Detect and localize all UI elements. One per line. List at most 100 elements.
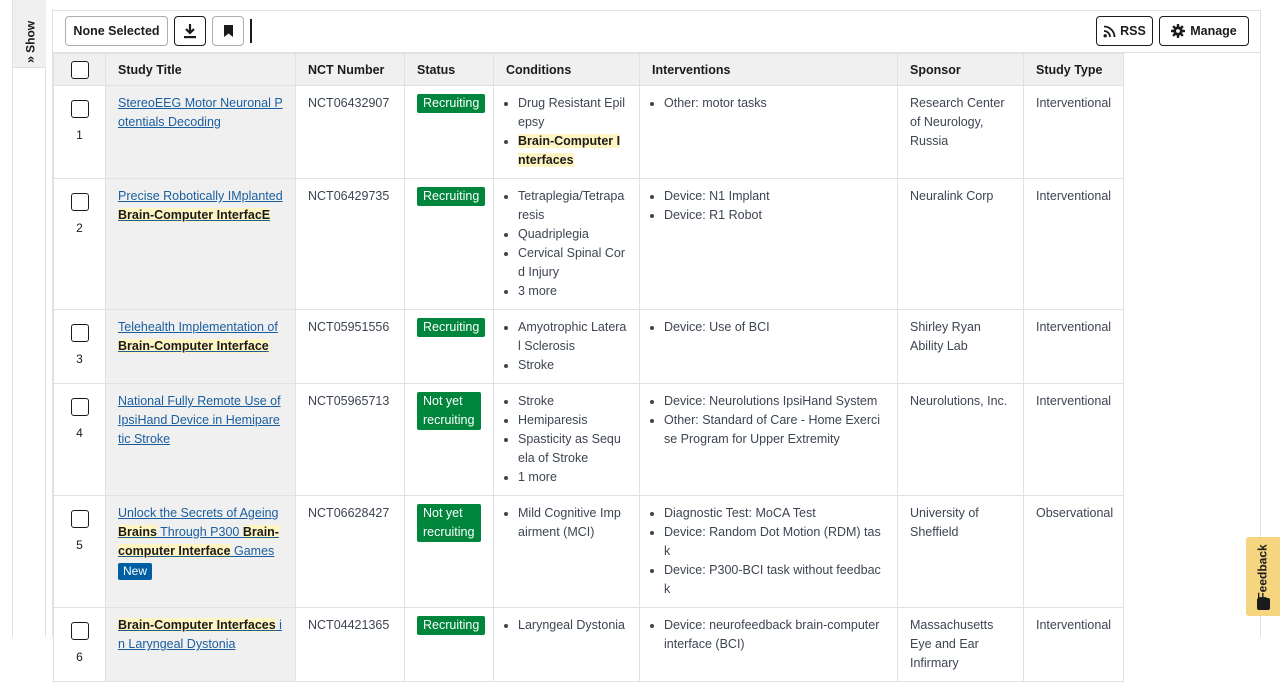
table-row: 2 Precise Robotically IMplanted Brain-Com…	[53, 178, 1124, 310]
row-number: 6	[76, 650, 83, 664]
rss-button[interactable]: RSS	[1096, 16, 1153, 46]
download-icon	[184, 24, 196, 39]
table-row: 1 StereoEEG Motor Neuronal Potentials Dec…	[53, 85, 1124, 179]
row-select-cell: 1	[53, 85, 106, 179]
select-all-header	[53, 53, 106, 86]
selection-dropdown-button[interactable]: None Selected	[65, 16, 168, 46]
results-table-body: 1 StereoEEG Motor Neuronal Potentials Dec…	[53, 85, 1124, 682]
intervention-item: Device: P300-BCI task without feedback	[664, 561, 885, 599]
row-select-cell: 6	[53, 607, 106, 682]
study-title-cell: Brain-Computer Interfaces in Laryngeal D…	[105, 607, 296, 682]
study-type: Interventional	[1023, 607, 1124, 682]
study-type: Interventional	[1023, 383, 1124, 496]
sponsor: Neurolutions, Inc.	[897, 383, 1024, 496]
table-row: 3 Telehealth Implementation of Brain-Comp…	[53, 309, 1124, 384]
condition-text: Laryngeal Dystonia	[518, 618, 626, 632]
condition-item: Drug Resistant Epilepsy	[518, 94, 627, 132]
condition-text: Amyotrophic Lateral Sclerosis	[518, 320, 627, 353]
row-number: 2	[76, 221, 83, 235]
select-all-checkbox[interactable]	[70, 60, 89, 79]
row-select-cell: 2	[53, 178, 106, 310]
condition-item: Cervical Spinal Cord Injury	[518, 244, 627, 282]
row-checkbox[interactable]	[70, 100, 89, 118]
title-text: Through P300	[156, 525, 243, 539]
row-number: 5	[76, 538, 83, 552]
study-title-cell: National Fully Remote Use of IpsiHand De…	[105, 383, 296, 496]
rss-icon	[1103, 25, 1116, 37]
highlighted-term: Brain-Computer Interfaces	[118, 618, 276, 632]
study-title-link[interactable]: StereoEEG Motor Neuronal Potentials Deco…	[118, 96, 283, 129]
row-checkbox[interactable]	[70, 324, 89, 342]
gear-icon	[1171, 24, 1186, 38]
study-title-link[interactable]: Precise Robotically IMplanted Brain-Comp…	[118, 189, 283, 222]
study-type: Interventional	[1023, 178, 1124, 310]
sponsor: University of Sheffield	[897, 495, 1024, 608]
status-cell: Recruiting	[404, 607, 494, 682]
table-row: 4 National Fully Remote Use of IpsiHand D…	[53, 383, 1124, 496]
feedback-tab[interactable]: Feedback	[1246, 537, 1280, 616]
title-text: Telehealth Implementation of	[118, 320, 278, 334]
row-number: 3	[76, 352, 83, 366]
row-checkbox[interactable]	[70, 193, 89, 211]
nct-number: NCT04421365	[295, 607, 405, 682]
conditions-cell: Mild Cognitive Impairment (MCI)	[493, 495, 640, 608]
nct-number: NCT05965713	[295, 383, 405, 496]
row-checkbox[interactable]	[70, 622, 89, 640]
save-bookmark-button[interactable]	[212, 16, 244, 46]
chevron-double-icon: »	[22, 55, 37, 64]
download-button[interactable]	[174, 16, 206, 46]
table-header-row: Study Title NCT Number Status Conditions…	[53, 53, 1124, 86]
header-conditions[interactable]: Conditions	[493, 53, 640, 86]
condition-text: Drug Resistant Epilepsy	[518, 96, 625, 129]
condition-item: 3 more	[518, 282, 627, 301]
new-badge: New	[118, 563, 153, 580]
intervention-item: Diagnostic Test: MoCA Test	[664, 504, 885, 523]
condition-item: Quadriplegia	[518, 225, 627, 244]
status-cell: Not yet recruiting	[404, 495, 494, 608]
header-status[interactable]: Status	[404, 53, 494, 86]
interventions-cell: Diagnostic Test: MoCA TestDevice: Random…	[639, 495, 898, 608]
study-title-link[interactable]: National Fully Remote Use of IpsiHand De…	[118, 394, 281, 446]
status-badge: Recruiting	[417, 318, 486, 337]
selection-label: None Selected	[73, 24, 160, 38]
feedback-label: Feedback	[1256, 544, 1271, 600]
row-checkbox[interactable]	[70, 398, 89, 416]
show-filters-toggle[interactable]: » Show	[13, 0, 46, 68]
row-number: 4	[76, 426, 83, 440]
header-nct-number[interactable]: NCT Number	[295, 53, 405, 86]
study-title-cell: Precise Robotically IMplanted Brain-Comp…	[105, 178, 296, 310]
study-title-cell: Telehealth Implementation of Brain-Compu…	[105, 309, 296, 384]
study-title-link[interactable]: Telehealth Implementation of Brain-Compu…	[118, 320, 278, 353]
intervention-item: Device: R1 Robot	[664, 206, 885, 225]
sponsor: Neuralink Corp	[897, 178, 1024, 310]
toolbar-divider	[250, 19, 252, 43]
intervention-item: Device: N1 Implant	[664, 187, 885, 206]
header-study-type[interactable]: Study Type	[1023, 53, 1124, 86]
status-badge: Not yet recruiting	[417, 504, 481, 542]
header-sponsor[interactable]: Sponsor	[897, 53, 1024, 86]
study-title-link[interactable]: Unlock the Secrets of Ageing Brains Thro…	[118, 506, 279, 558]
row-select-cell: 4	[53, 383, 106, 496]
nct-number: NCT06628427	[295, 495, 405, 608]
header-study-title[interactable]: Study Title	[105, 53, 296, 86]
manage-button[interactable]: Manage	[1159, 16, 1249, 46]
row-checkbox[interactable]	[70, 510, 89, 528]
conditions-cell: Laryngeal Dystonia	[493, 607, 640, 682]
study-title-link[interactable]: Brain-Computer Interfaces in Laryngeal D…	[118, 618, 282, 651]
condition-text: Cervical Spinal Cord Injury	[518, 246, 625, 279]
bookmark-icon	[223, 25, 233, 37]
title-text: Games	[230, 544, 275, 558]
header-interventions[interactable]: Interventions	[639, 53, 898, 86]
condition-item: Stroke	[518, 356, 627, 375]
status-badge: Recruiting	[417, 187, 486, 206]
condition-item: 1 more	[518, 468, 627, 487]
condition-text: Stroke	[518, 394, 555, 408]
condition-item: Stroke	[518, 392, 627, 411]
side-panel: » Show	[12, 0, 46, 637]
condition-text: Spasticity as Sequela of Stroke	[518, 432, 621, 465]
conditions-cell: Stroke Hemiparesis Spasticity as Sequela o…	[493, 383, 640, 496]
title-text: Precise Robotically IMplanted	[118, 189, 283, 203]
condition-text: Stroke	[518, 358, 555, 372]
row-number: 1	[76, 128, 83, 142]
intervention-item: Other: motor tasks	[664, 94, 885, 113]
